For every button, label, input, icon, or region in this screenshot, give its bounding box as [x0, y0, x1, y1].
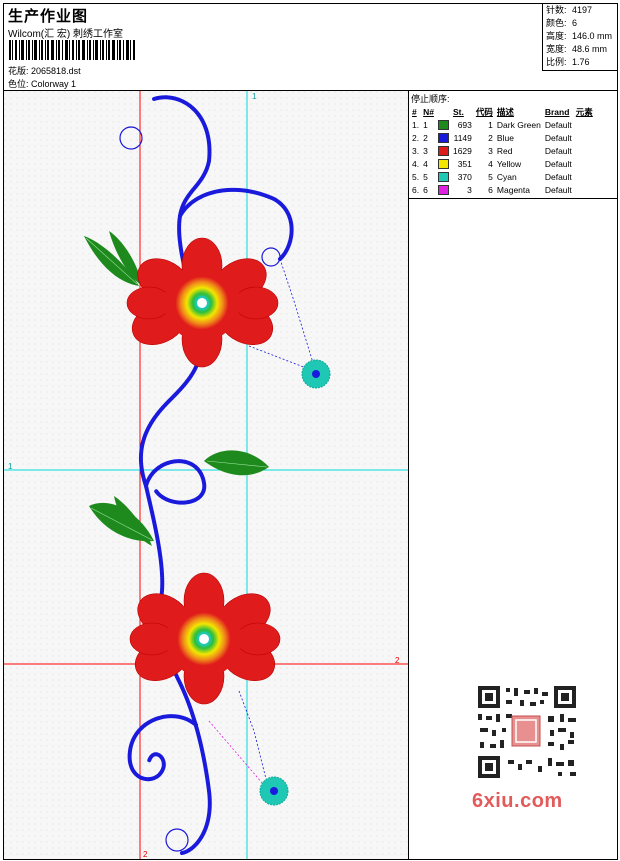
panel-divider	[409, 198, 617, 199]
color-swatch	[437, 171, 449, 182]
stat-width: 宽度: 48.6 mm	[546, 44, 608, 54]
barcode-image	[9, 40, 135, 60]
table-row[interactable]: 2. 2 1149 2 Blue Default	[410, 131, 595, 144]
design-file-line: 花版: 2065818.dst	[8, 64, 81, 77]
stop-sequence-table: # N# St. 代码 描述 Brand 元素 1. 1 693 1 Dark …	[410, 105, 595, 196]
guide-label-v1: 1	[252, 92, 257, 101]
guide-label-v2: 2	[143, 850, 148, 859]
table-row[interactable]: 3. 3 1629 3 Red Default	[410, 144, 595, 157]
table-header-row: # N# St. 代码 描述 Brand 元素	[412, 106, 593, 117]
color-swatch	[437, 132, 449, 143]
colorway-value: Colorway 1	[31, 79, 77, 89]
embroidery-preview: 1 1 2 2	[4, 91, 408, 859]
sheet-title: 生产作业图	[8, 8, 89, 25]
design-label: 花版:	[8, 66, 29, 76]
table-row[interactable]: 4. 4 351 4 Yellow Default	[410, 157, 595, 170]
guide-label-h2: 2	[395, 656, 400, 665]
design-value: 2065818.dst	[31, 66, 81, 76]
stat-height: 高度: 146.0 mm	[546, 31, 613, 41]
fabric-background	[4, 91, 408, 859]
table-row[interactable]: 5. 5 370 5 Cyan Default	[410, 170, 595, 183]
table-row[interactable]: 1. 1 693 1 Dark Green Default	[410, 118, 595, 131]
design-canvas[interactable]: 1 1 2 2	[4, 91, 409, 859]
sheet-header: 生产作业图 Wilcom(汇 宏) 刺绣工作室 花版: 2065818.dst …	[4, 4, 618, 91]
color-swatch	[437, 158, 449, 169]
stat-stitches: 针数: 4197	[546, 5, 593, 15]
company-name: Wilcom(汇 宏) 刺绣工作室	[8, 29, 123, 40]
bud-upper	[301, 359, 331, 389]
color-swatch	[437, 119, 449, 130]
design-stats: 针数: 4197 颜色: 6 高度: 146.0 mm 宽度: 48.6 mm 比例: 1…	[542, 4, 618, 71]
stop-sequence-title: 停止顺序:	[411, 94, 450, 104]
qr-code-image	[468, 680, 586, 784]
stat-colors: 颜色: 6	[546, 18, 578, 28]
bud-lower	[259, 776, 289, 806]
colorway-line: 色位: Colorway 1	[8, 77, 76, 90]
watermark-text: 6xiu.com	[472, 790, 563, 812]
table-row[interactable]: 6. 6 3 6 Magenta Default	[410, 183, 595, 196]
color-swatch	[437, 145, 449, 156]
colorway-label: 色位:	[8, 79, 29, 89]
guide-label-h1: 1	[8, 462, 13, 471]
color-swatch	[437, 184, 449, 195]
stat-scale: 比例: 1.76	[546, 57, 590, 67]
